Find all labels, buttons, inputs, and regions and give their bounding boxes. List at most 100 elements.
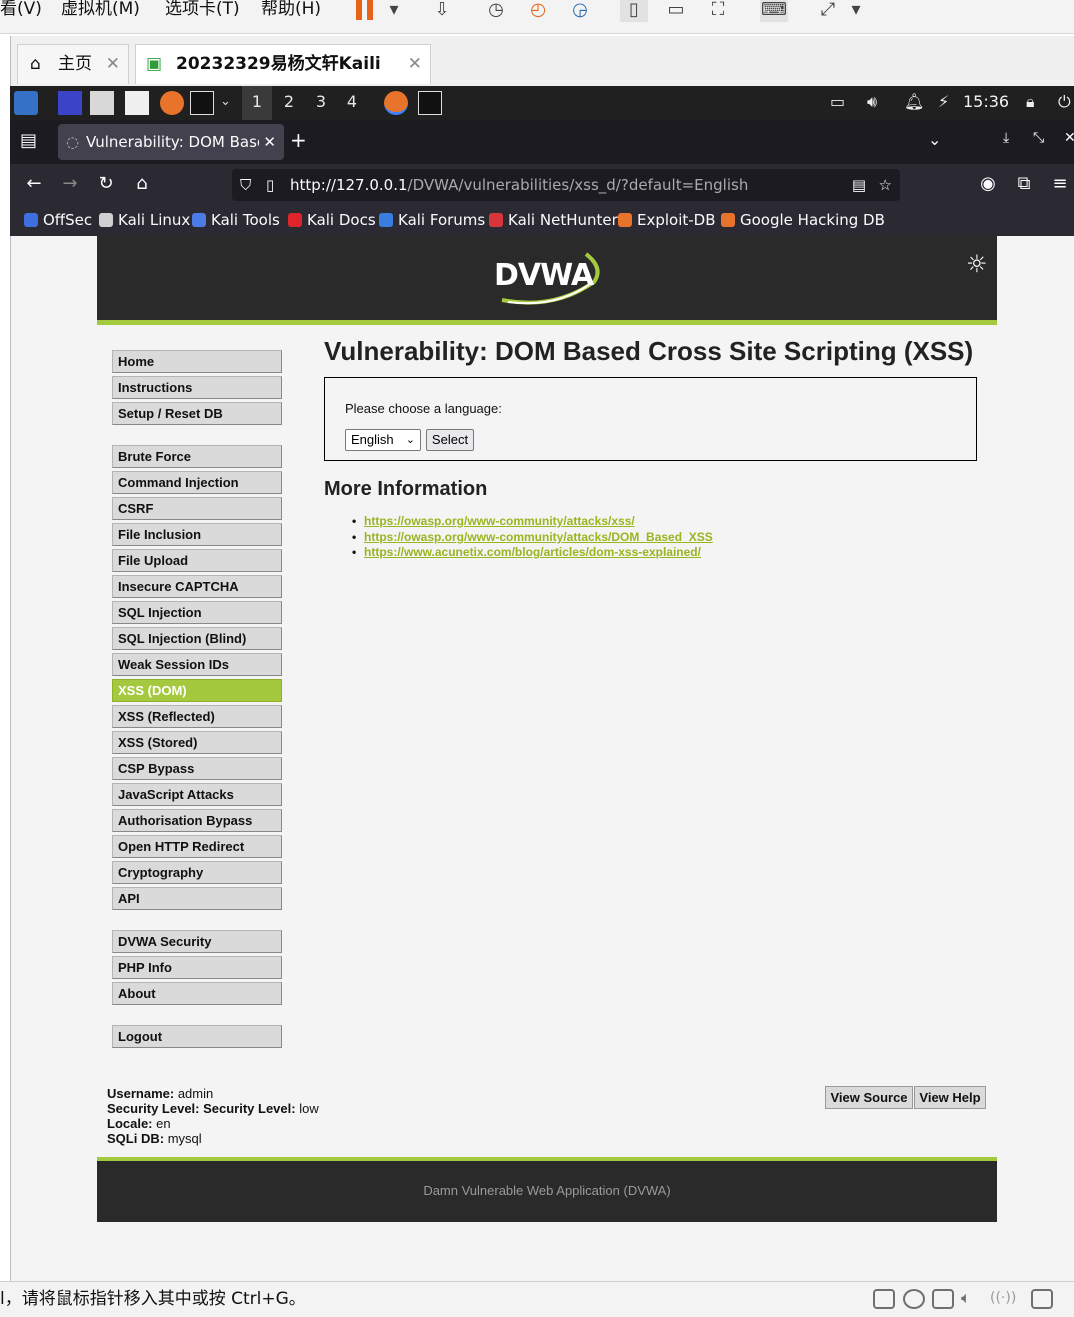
menu-item-weak-session-ids[interactable]: Weak Session IDs — [112, 653, 282, 676]
workspace-1[interactable]: 1 — [242, 86, 272, 120]
bookmark-kali-forums[interactable]: Kali Forums — [379, 206, 485, 236]
network-adapter-icon[interactable] — [932, 1289, 954, 1309]
bookmark-kali-linux[interactable]: Kali Linux — [99, 206, 190, 236]
menu-item-brute-force[interactable]: Brute Force — [112, 445, 282, 468]
power-icon[interactable]: ⚡︎ — [938, 92, 949, 111]
menu-item-api[interactable]: API — [112, 887, 282, 910]
reader-view-icon[interactable]: ▤ — [852, 169, 866, 201]
menu-item-csrf[interactable]: CSRF — [112, 497, 282, 520]
bookmark-kali-docs[interactable]: Kali Docs — [288, 206, 376, 236]
menu-item-xss-dom[interactable]: XSS (DOM) — [112, 679, 282, 702]
snapshot-revert-icon[interactable]: ◴ — [524, 0, 552, 22]
url-bar[interactable]: ⛉ ▯ http://127.0.0.1/DVWA/vulnerabilitie… — [232, 169, 900, 201]
menu-item-command-injection[interactable]: Command Injection — [112, 471, 282, 494]
menu-item-about[interactable]: About — [112, 982, 282, 1005]
logout-icon[interactable]: ⏻ — [1058, 92, 1071, 112]
menu-item-php-info[interactable]: PHP Info — [112, 956, 282, 979]
workspace-4[interactable]: 4 — [337, 86, 367, 120]
snapshot-manager-icon[interactable]: ◶ — [566, 0, 594, 22]
vm-menu-view[interactable]: 看(V) — [0, 0, 42, 22]
workspace-3[interactable]: 3 — [306, 86, 336, 120]
notification-bell-icon[interactable]: 🔔︎ — [904, 92, 924, 111]
menu-item-open-http-redirect[interactable]: Open HTTP Redirect — [112, 835, 282, 858]
menu-item-authorisation-bypass[interactable]: Authorisation Bypass — [112, 809, 282, 832]
language-select[interactable]: English ⌄ — [345, 429, 421, 451]
snapshot-take-icon[interactable]: ◷ — [482, 0, 510, 22]
vm-menu-help[interactable]: 帮助(H) — [261, 0, 321, 22]
menu-item-sql-injection[interactable]: SQL Injection — [112, 601, 282, 624]
close-window-icon[interactable]: ✕ — [1064, 130, 1074, 146]
send-keys-icon[interactable]: ⇩ — [428, 0, 456, 22]
wireless-icon[interactable]: ((·)) — [990, 1289, 1016, 1309]
home-icon[interactable]: ⌂ — [128, 171, 156, 199]
restore-icon[interactable]: ⤡ — [1033, 130, 1044, 146]
minimize-icon[interactable]: ⤓ — [1003, 130, 1009, 146]
vm-tab-home[interactable]: ⌂ 主页 ✕ — [17, 44, 129, 84]
fullscreen-icon[interactable]: ⛶ — [704, 0, 732, 22]
menu-item-xss-reflected[interactable]: XSS (Reflected) — [112, 705, 282, 728]
menu-item-sql-injection-blind[interactable]: SQL Injection (Blind) — [112, 627, 282, 650]
menu-item-cryptography[interactable]: Cryptography — [112, 861, 282, 884]
hard-disk-icon[interactable] — [873, 1289, 895, 1309]
menu-item-dvwa-security[interactable]: DVWA Security — [112, 930, 282, 953]
show-desktop-icon[interactable] — [58, 91, 82, 115]
menu-item-home[interactable]: Home — [112, 350, 282, 373]
close-icon[interactable]: ✕ — [106, 45, 120, 83]
firefox-task-icon[interactable] — [384, 91, 408, 115]
theme-toggle-icon[interactable]: ☼ — [966, 250, 988, 278]
bookmark-exploit-db[interactable]: Exploit-DB — [618, 206, 716, 236]
view-help-button[interactable]: View Help — [914, 1086, 986, 1109]
menu-item-instructions[interactable]: Instructions — [112, 376, 282, 399]
menu-item-csp-bypass[interactable]: CSP Bypass — [112, 757, 282, 780]
terminal-icon[interactable] — [190, 91, 214, 115]
console-view-icon[interactable]: ⌨ — [760, 0, 788, 22]
vm-menu-vm[interactable]: 虚拟机(M) — [61, 0, 140, 22]
chevron-down-icon[interactable]: ⌄ — [220, 94, 231, 109]
select-button[interactable]: Select — [426, 429, 474, 451]
reload-icon[interactable]: ↻ — [92, 171, 120, 199]
menu-item-file-inclusion[interactable]: File Inclusion — [112, 523, 282, 546]
close-icon[interactable]: ✕ — [408, 45, 422, 83]
menu-item-xss-stored[interactable]: XSS (Stored) — [112, 731, 282, 754]
view-source-button[interactable]: View Source — [825, 1086, 913, 1109]
sidebar-toggle-icon[interactable]: ▯ — [620, 0, 648, 22]
vm-tab-kali[interactable]: ▣ 20232329易杨文轩Kaili Linux ✕ — [135, 44, 431, 112]
page-info-icon[interactable]: ▯ — [266, 169, 274, 201]
bookmark-kali-nethunter[interactable]: Kali NetHunter — [489, 206, 618, 236]
link-owasp-dom-xss[interactable]: https://owasp.org/www-community/attacks/… — [352, 530, 713, 544]
tab-overview-icon[interactable]: ▤ — [20, 130, 37, 151]
thumbnail-bar-icon[interactable]: ▭ — [662, 0, 690, 22]
pause-icon[interactable] — [356, 0, 376, 20]
bookmark-offsec[interactable]: OffSec — [24, 206, 92, 236]
browser-tab-active[interactable]: ◌ Vulnerability: DOM Based ✕ — [58, 124, 284, 160]
file-manager-icon[interactable] — [90, 91, 114, 115]
back-icon[interactable]: ← — [20, 171, 48, 199]
forward-icon[interactable]: → — [56, 171, 84, 199]
stretch-guest-icon[interactable]: ⤢ — [814, 0, 842, 22]
firefox-icon[interactable] — [160, 91, 184, 115]
volume-icon[interactable]: 🔊︎ — [867, 92, 877, 112]
display-icon[interactable]: ▭ — [830, 92, 845, 111]
bookmark-kali-tools[interactable]: Kali Tools — [192, 206, 280, 236]
menu-icon[interactable]: ≡ — [1046, 171, 1074, 199]
stretch-dropdown-icon[interactable]: ▾ — [842, 0, 870, 22]
menu-item-setup-reset-db[interactable]: Setup / Reset DB — [112, 402, 282, 425]
new-tab-icon[interactable]: + — [290, 128, 307, 152]
terminal-task-icon[interactable] — [418, 91, 442, 115]
text-editor-icon[interactable] — [125, 91, 149, 115]
link-acunetix[interactable]: https://www.acunetix.com/blog/articles/d… — [352, 545, 701, 559]
account-icon[interactable]: ◉ — [974, 171, 1002, 199]
menu-item-logout[interactable]: Logout — [112, 1025, 282, 1048]
cd-rom-icon[interactable] — [903, 1289, 925, 1309]
menu-item-javascript-attacks[interactable]: JavaScript Attacks — [112, 783, 282, 806]
close-icon[interactable]: ✕ — [259, 124, 276, 160]
message-log-icon[interactable] — [1031, 1289, 1053, 1309]
lock-icon[interactable]: 🔒︎ — [1026, 92, 1035, 112]
link-owasp-xss[interactable]: https://owasp.org/www-community/attacks/… — [352, 514, 635, 528]
list-tabs-icon[interactable]: ⌄ — [928, 130, 941, 149]
sound-card-icon[interactable]: 🔈︎ — [961, 1289, 983, 1309]
kali-menu-icon[interactable] — [14, 91, 38, 115]
workspace-2[interactable]: 2 — [274, 86, 304, 120]
bookmark-star-icon[interactable]: ☆ — [879, 169, 892, 201]
shield-icon[interactable]: ⛉ — [240, 169, 251, 201]
